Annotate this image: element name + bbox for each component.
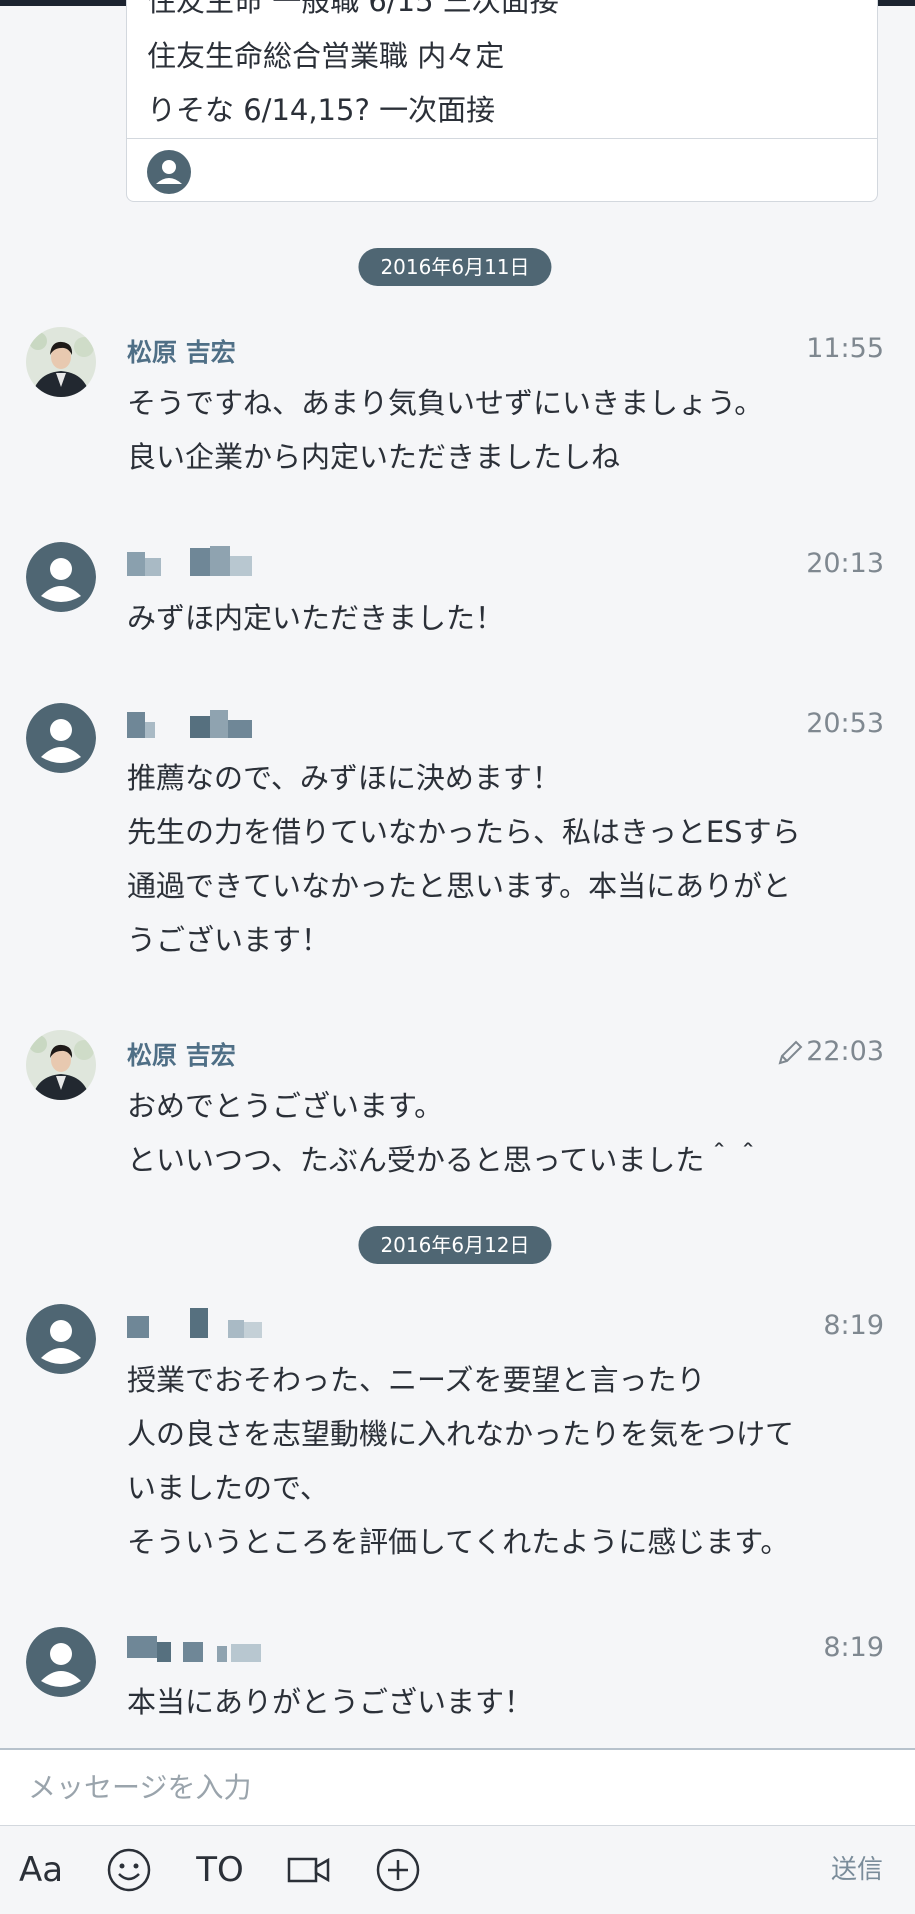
date-badge: 2016年6月12日 <box>358 1226 552 1264</box>
card-divider <box>127 138 877 139</box>
default-avatar-icon[interactable] <box>26 542 96 612</box>
message-time: 22:03 <box>806 1036 884 1067</box>
edited-pencil-icon <box>778 1040 803 1065</box>
text-format-button[interactable]: Aa <box>14 1826 68 1914</box>
message-body: 推薦なので、みずほに決めます！ 先生の力を借りていなかったら、私はきっとESすら… <box>127 751 887 967</box>
message-line: そういうところを評価してくれたように感じます。 <box>127 1525 790 1559</box>
message-line: 推薦なので、みずほに決めます！ <box>127 761 561 795</box>
message-line: 良い企業から内定いただきましたしね <box>127 440 621 474</box>
masked-sender-name <box>127 1308 262 1338</box>
previous-message-line: りそな 6/14,15? 一次面接 <box>147 93 496 127</box>
date-badge: 2016年6月11日 <box>358 248 552 286</box>
message-line: おめでとうございます。 <box>127 1089 444 1123</box>
person-photo-icon <box>26 1030 96 1100</box>
message-line: 通過できていなかったと思います。本当にありがと <box>127 869 792 903</box>
message-line: 授業でおそわった、ニーズを要望と言ったり <box>127 1363 706 1397</box>
default-avatar-icon[interactable] <box>26 1627 96 1697</box>
message-line: といいつつ、たぶん受かると思っていました＾＾ <box>127 1143 763 1177</box>
message-time: 20:53 <box>806 708 884 739</box>
emoji-button[interactable] <box>104 1826 154 1914</box>
message-time: 8:19 <box>823 1310 884 1341</box>
to-mention-button[interactable]: TO <box>193 1826 247 1914</box>
message-body: おめでとうございます。 といいつつ、たぶん受かると思っていました＾＾ <box>127 1079 887 1187</box>
composer-toolbar: Aa TO 送信 <box>0 1826 915 1914</box>
message-line: 人の良さを志望動機に入れなかったりを気をつけて <box>127 1417 795 1451</box>
add-attachment-button[interactable] <box>373 1826 423 1914</box>
masked-sender-name <box>127 1636 261 1662</box>
default-avatar-icon[interactable] <box>26 1304 96 1374</box>
previous-message-card: 住友生命 一般職 6/15 三次面接 住友生命総合営業職 内々定 りそな 6/1… <box>126 0 878 202</box>
masked-sender-name <box>127 546 252 576</box>
message-composer <box>0 1748 915 1826</box>
previous-message-line: 住友生命総合営業職 内々定 <box>147 39 505 73</box>
smile-icon <box>107 1848 151 1892</box>
sender-name[interactable]: 松原 吉宏 <box>127 1036 236 1072</box>
message-time: 8:19 <box>823 1632 884 1663</box>
masked-sender-name <box>127 710 252 738</box>
message-body: そうですね、あまり気負いせずにいきましょう。 良い企業から内定いただきましたしね <box>127 376 887 484</box>
avatar[interactable] <box>26 1030 96 1100</box>
message-time: 11:55 <box>806 333 884 364</box>
video-camera-icon <box>287 1857 330 1883</box>
message-line: みずほ内定いただきました！ <box>127 601 505 635</box>
default-avatar-icon[interactable] <box>26 703 96 773</box>
person-photo-icon <box>26 327 96 397</box>
user-avatar-icon[interactable] <box>147 150 191 194</box>
avatar[interactable] <box>26 327 96 397</box>
previous-message-line: 住友生命 一般職 6/15 三次面接 <box>147 0 559 18</box>
message-body: 本当にありがとうございます！ <box>127 1675 887 1729</box>
message-time: 20:13 <box>806 548 884 579</box>
message-line: 先生の力を借りていなかったら、私はきっとESすら <box>127 815 801 849</box>
message-input[interactable] <box>0 1750 915 1825</box>
video-call-button[interactable] <box>284 1826 334 1914</box>
plus-circle-icon <box>376 1848 420 1892</box>
message-line: いましたので、 <box>127 1471 329 1505</box>
message-line: そうですね、あまり気負いせずにいきましょう。 <box>127 386 764 420</box>
message-line: うございます！ <box>127 923 331 957</box>
message-body: みずほ内定いただきました！ <box>127 591 887 645</box>
message-line: 本当にありがとうございます！ <box>127 1685 534 1719</box>
send-button[interactable]: 送信 <box>831 1826 883 1914</box>
message-body: 授業でおそわった、ニーズを要望と言ったり 人の良さを志望動機に入れなかったりを気… <box>127 1353 887 1569</box>
sender-name[interactable]: 松原 吉宏 <box>127 333 236 369</box>
